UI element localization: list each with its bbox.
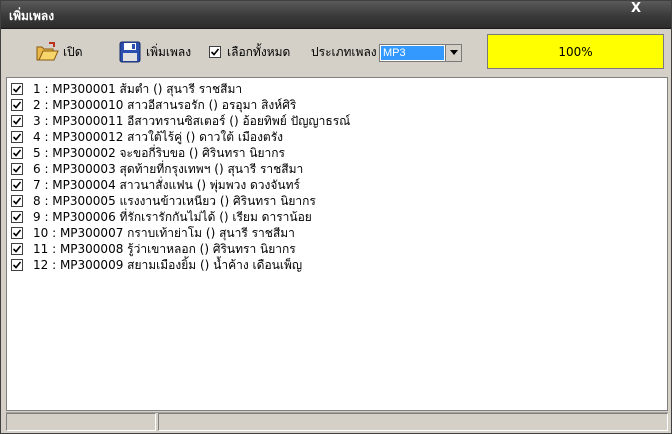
song-checkbox[interactable] [11,115,23,127]
select-all-label: เลือกทั้งหมด [227,44,291,59]
add-song-button[interactable]: เพิ่มเพลง [118,40,191,64]
checkmark-icon [12,229,22,237]
title-bar[interactable]: เพิ่มเพลง X [1,1,671,29]
progress-indicator: 100% [487,34,664,69]
status-bar [6,412,668,431]
add-song-window: เพิ่มเพลง X เปิด เพิ่มเพลง เลือกทั้งหมด … [0,0,672,434]
song-type-select[interactable]: MP3 [379,44,462,62]
song-checkbox[interactable] [11,227,23,239]
song-row[interactable]: 12 : MP300009 สยามเมืองยิ้ม () น้ำค้าง เ… [11,257,302,273]
status-cell-2 [158,413,668,431]
chevron-down-icon[interactable] [445,45,461,61]
song-checkbox[interactable] [11,211,23,223]
checkmark-icon [12,149,22,157]
checkmark-icon [12,117,22,125]
song-checkbox[interactable] [11,131,23,143]
select-all-checkbox[interactable]: เลือกทั้งหมด [209,40,290,64]
checkmark-icon [12,197,22,205]
checkmark-icon [12,213,22,221]
song-type-value: MP3 [381,46,444,60]
song-checkbox[interactable] [11,243,23,255]
checkmark-icon [12,133,22,141]
open-button[interactable]: เปิด [35,40,83,64]
close-button[interactable]: X [621,2,651,16]
song-checkbox[interactable] [11,83,23,95]
song-checkbox[interactable] [11,259,23,271]
progress-text: 100% [558,44,593,59]
checkmark-icon [12,101,22,109]
checkmark-icon [12,245,22,253]
checkmark-icon [12,181,22,189]
song-checkbox[interactable] [11,179,23,191]
song-checkbox[interactable] [11,99,23,111]
song-list[interactable]: 1 : MP300001 ส้มตำ () สุนารี ราชสีมา 2 : … [6,77,668,411]
status-cell-1 [6,413,156,431]
checkmark-icon [12,261,22,269]
song-checkbox[interactable] [11,163,23,175]
open-label: เปิด [63,44,83,59]
song-type-label-wrap: ประเภทเพลง [311,40,377,64]
save-disk-icon [118,40,142,64]
checkmark-icon [12,165,22,173]
folder-open-icon [35,40,59,64]
song-checkbox[interactable] [11,195,23,207]
window-title: เพิ่มเพลง [9,9,55,23]
checkmark-icon [12,85,22,93]
song-type-label: ประเภทเพลง [311,44,377,59]
add-song-label: เพิ่มเพลง [146,44,192,59]
checkbox-icon [209,46,221,58]
song-label: 12 : MP300009 สยามเมืองยิ้ม () น้ำค้าง เ… [33,257,303,272]
song-checkbox[interactable] [11,147,23,159]
